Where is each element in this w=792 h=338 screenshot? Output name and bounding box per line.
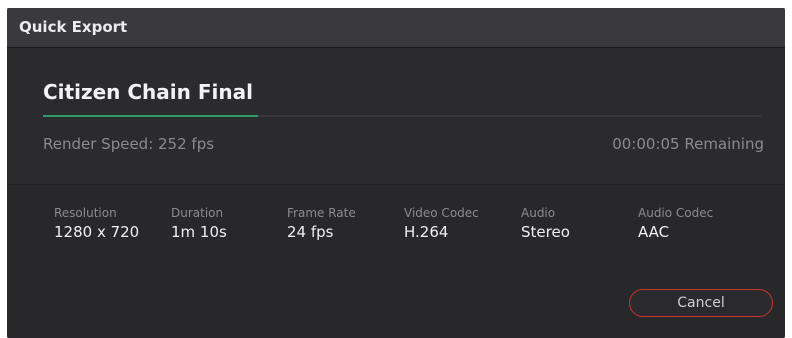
info-value: AAC [638, 223, 670, 241]
render-speed: Render Speed: 252 fps [43, 135, 215, 153]
info-value: 24 fps [287, 223, 334, 241]
info-label: Audio Codec [638, 206, 714, 220]
info-label: Frame Rate [287, 206, 356, 220]
info-label: Duration [171, 206, 224, 220]
info-value: 1m 10s [171, 223, 227, 241]
info-resolution: Resolution 1280 x 720 [54, 206, 139, 241]
job-name: Citizen Chain Final [43, 80, 253, 104]
dialog-title-bar: Quick Export [7, 8, 785, 48]
progress-track [43, 115, 761, 117]
cancel-button[interactable]: Cancel [629, 289, 773, 317]
progress-fill [43, 115, 259, 117]
time-remaining: 00:00:05 Remaining [612, 135, 764, 153]
info-value: Stereo [521, 223, 570, 241]
info-label: Video Codec [404, 206, 479, 220]
dialog-title: Quick Export [19, 18, 128, 36]
info-audio: Audio Stereo [521, 206, 570, 241]
info-value: H.264 [404, 223, 449, 241]
info-value: 1280 x 720 [54, 223, 140, 241]
info-audio-codec: Audio Codec AAC [638, 206, 713, 241]
info-label: Resolution [54, 206, 117, 220]
info-label: Audio [521, 206, 556, 220]
progress-section: Citizen Chain Final Render Speed: 252 fp… [7, 48, 785, 185]
quick-export-dialog: Quick Export Citizen Chain Final Render … [7, 8, 785, 338]
info-duration: Duration 1m 10s [171, 206, 227, 241]
info-frame-rate: Frame Rate 24 fps [287, 206, 356, 241]
info-video-codec: Video Codec H.264 [404, 206, 479, 241]
